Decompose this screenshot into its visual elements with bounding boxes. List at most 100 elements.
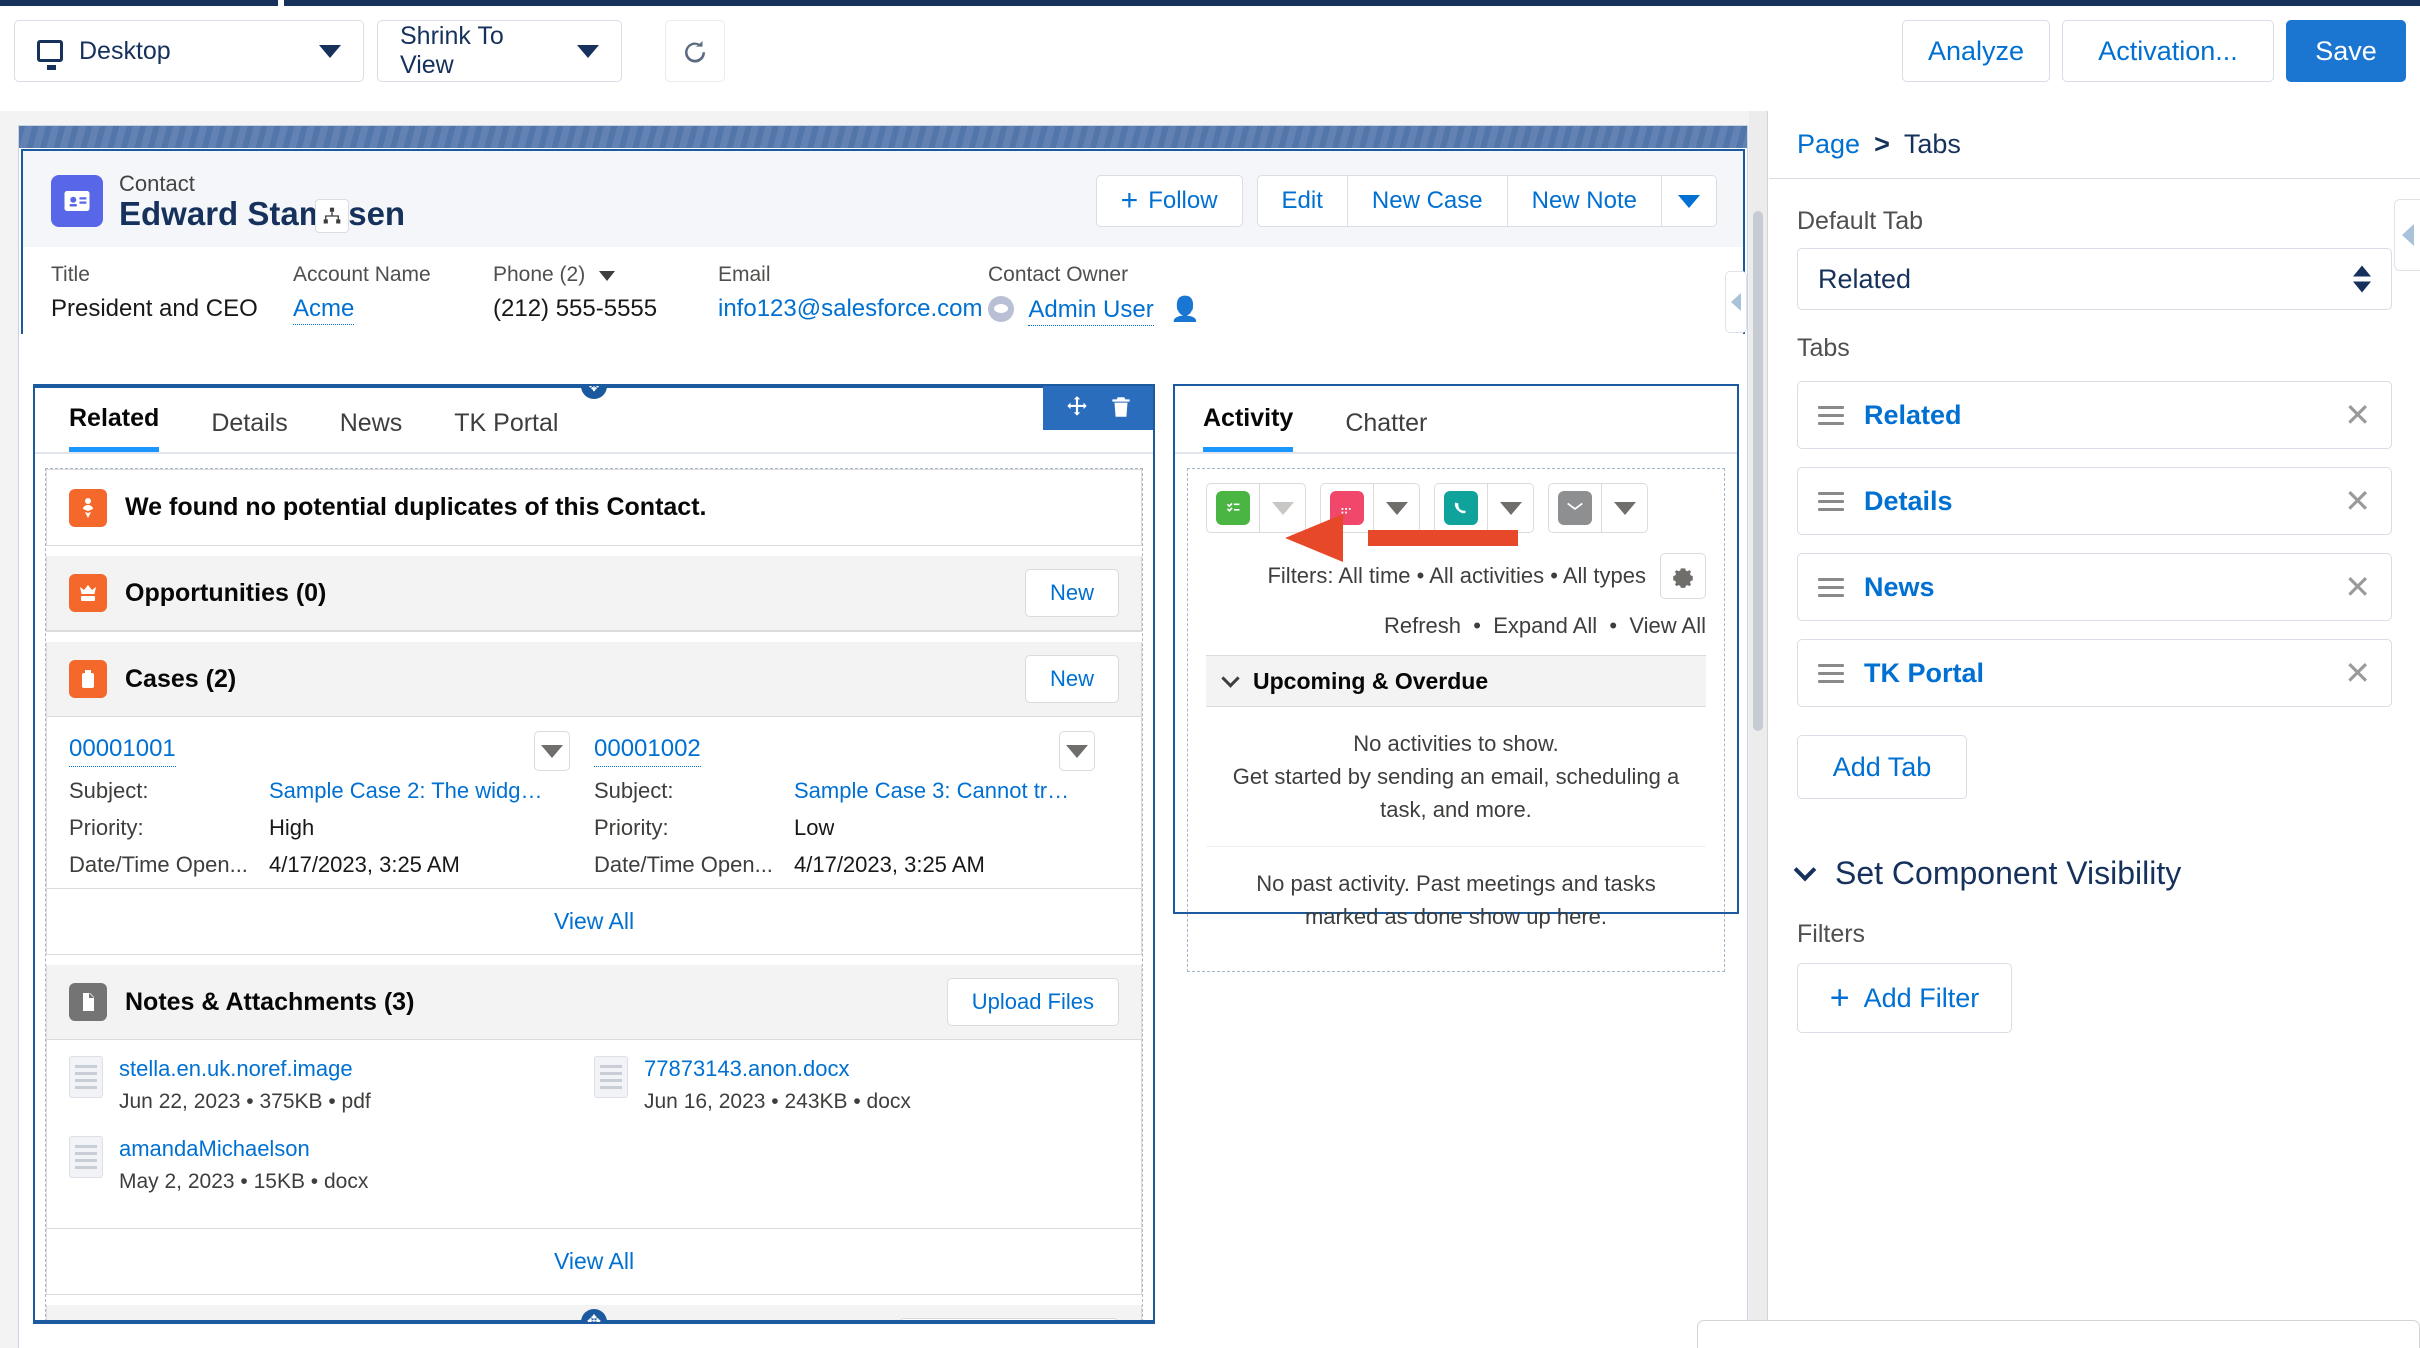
tab-list-item-label[interactable]: Related xyxy=(1864,400,1962,431)
breadcrumb-page-link[interactable]: Page xyxy=(1797,129,1860,160)
set-component-visibility-section[interactable]: Set Component Visibility xyxy=(1793,855,2392,892)
duplicates-message: We found no potential duplicates of this… xyxy=(125,493,707,521)
canvas-collapse-handle[interactable] xyxy=(1725,271,1747,333)
tab-list-item-tk-portal[interactable]: TK Portal ✕ xyxy=(1797,639,2392,707)
analyze-label: Analyze xyxy=(1927,35,2025,66)
field-account-name: Account Name Acme xyxy=(293,263,431,325)
case-row-menu[interactable] xyxy=(534,731,570,771)
email-link[interactable]: info123@salesforce.com xyxy=(718,295,983,322)
right-region: Activity Chatter Filters: All time • All… xyxy=(1173,384,1739,972)
list-item[interactable]: 77873143.anon.docx Jun 16, 2023 • 243KB … xyxy=(594,1056,1119,1114)
upcoming-overdue-header[interactable]: Upcoming & Overdue xyxy=(1206,655,1706,707)
case-number-link[interactable]: 00001001 xyxy=(69,735,176,767)
view-all-link[interactable]: View All xyxy=(1629,613,1706,638)
new-note-button[interactable]: New Note xyxy=(1507,175,1662,227)
refresh-link[interactable]: Refresh xyxy=(1384,613,1461,638)
edit-button[interactable]: Edit xyxy=(1256,175,1348,227)
new-opportunity-button[interactable]: New xyxy=(1024,569,1119,617)
send-email-menu[interactable] xyxy=(1602,483,1648,533)
collapse-panel-icon[interactable] xyxy=(2394,199,2420,271)
tab-list-item-related[interactable]: Related ✕ xyxy=(1797,381,2392,449)
case-row: 00001002 Subject: Sample Case 3: Cannot t… xyxy=(594,731,1119,878)
trash-icon[interactable] xyxy=(1108,394,1134,420)
case-subject-value[interactable]: Sample Case 2: The widgets we received a… xyxy=(269,778,554,804)
file-icon xyxy=(69,983,107,1021)
field-phone: Phone (2) (212) 555-5555 xyxy=(493,263,657,323)
drag-handle-icon[interactable] xyxy=(1818,401,1844,430)
activity-panel[interactable]: Activity Chatter Filters: All time • All… xyxy=(1173,384,1739,972)
drag-handle-icon[interactable] xyxy=(1818,573,1844,602)
save-button[interactable]: Save xyxy=(2286,20,2406,82)
case-subject-value[interactable]: Sample Case 3: Cannot track our order. xyxy=(794,778,1079,804)
case-row-menu[interactable] xyxy=(1059,731,1095,771)
tabs-label: Tabs xyxy=(1797,334,1850,362)
tab-details[interactable]: Details xyxy=(211,409,287,452)
gear-icon[interactable] xyxy=(1660,553,1706,599)
close-icon[interactable]: ✕ xyxy=(2344,571,2371,603)
file-name[interactable]: amandaMichaelson xyxy=(119,1136,368,1162)
send-email-button[interactable] xyxy=(1548,483,1648,533)
drag-handle-icon[interactable] xyxy=(1818,487,1844,516)
analyze-button[interactable]: Analyze xyxy=(1902,20,2050,82)
chevron-down-icon xyxy=(319,44,341,58)
tab-list-item-label[interactable]: Details xyxy=(1864,486,1953,517)
close-icon[interactable]: ✕ xyxy=(2344,657,2371,689)
new-case-button[interactable]: New Case xyxy=(1347,175,1508,227)
tab-news[interactable]: News xyxy=(340,409,403,452)
activation-button[interactable]: Activation... xyxy=(2062,20,2274,82)
tab-activity[interactable]: Activity xyxy=(1203,404,1294,452)
file-name[interactable]: 77873143.anon.docx xyxy=(644,1056,911,1082)
cases-view-all[interactable]: View All xyxy=(47,888,1141,954)
breadcrumb: Page > Tabs xyxy=(1769,111,2420,179)
device-form-factor-select[interactable]: Desktop xyxy=(14,20,364,82)
move-icon[interactable] xyxy=(1064,394,1090,420)
add-filter-label: Add Filter xyxy=(1863,982,1980,1013)
upload-files-button[interactable]: Upload Files xyxy=(946,978,1119,1026)
new-case-label: New Case xyxy=(1371,187,1483,214)
tab-list-item-details[interactable]: Details ✕ xyxy=(1797,467,2392,535)
highlights-header-row: Contact Edward Stamosen + Follow Edit Ne… xyxy=(23,151,1743,247)
field-title: Title President and CEO xyxy=(51,263,258,323)
cases-title: Cases (2) xyxy=(125,664,237,693)
case-number-link[interactable]: 00001002 xyxy=(594,735,701,767)
save-label: Save xyxy=(2315,35,2377,66)
edit-label: Edit xyxy=(1281,187,1323,214)
new-case-related-button[interactable]: New xyxy=(1024,655,1119,703)
close-icon[interactable]: ✕ xyxy=(2344,399,2371,431)
duplicate-icon xyxy=(69,488,107,527)
default-tab-select[interactable]: Related xyxy=(1797,248,2392,310)
tab-tk-portal[interactable]: TK Portal xyxy=(454,409,558,452)
field-phone-label: Phone (2) xyxy=(493,263,657,287)
case-priority-label: Priority: xyxy=(594,815,669,840)
tab-list-item-label[interactable]: News xyxy=(1864,572,1935,603)
activation-label: Activation... xyxy=(2098,35,2238,66)
refresh-button[interactable] xyxy=(665,20,725,82)
notes-view-all[interactable]: View All xyxy=(47,1228,1141,1294)
owner-link[interactable]: Admin User xyxy=(1028,296,1154,326)
add-filter-button[interactable]: + Add Filter xyxy=(1797,963,2012,1033)
tab-related[interactable]: Related xyxy=(69,404,160,452)
more-actions-button[interactable] xyxy=(1662,175,1717,227)
follow-button[interactable]: + Follow xyxy=(1095,175,1243,227)
drag-handle-icon[interactable] xyxy=(1818,659,1844,688)
list-item[interactable]: amandaMichaelson May 2, 2023 • 15KB • do… xyxy=(69,1136,594,1194)
file-name[interactable]: stella.en.uk.noref.image xyxy=(119,1056,371,1082)
add-tab-button[interactable]: Add Tab xyxy=(1797,735,1967,799)
tab-chatter[interactable]: Chatter xyxy=(1345,409,1427,452)
list-item[interactable]: stella.en.uk.noref.image Jun 22, 2023 • … xyxy=(69,1056,594,1114)
close-icon[interactable]: ✕ xyxy=(2344,485,2371,517)
tab-list-item-label[interactable]: TK Portal xyxy=(1864,658,1984,689)
account-link[interactable]: Acme xyxy=(293,295,355,325)
component-toolbar xyxy=(1043,386,1153,430)
hierarchy-icon[interactable] xyxy=(315,199,349,233)
canvas-scrollbar[interactable] xyxy=(1749,111,1767,1348)
tabs-component[interactable]: ✥ Related Details News TK Portal We foun… xyxy=(33,384,1155,1324)
chevron-down-icon[interactable] xyxy=(599,271,616,281)
highlights-panel[interactable]: Contact Edward Stamosen + Follow Edit Ne… xyxy=(21,149,1745,334)
record-name: Edward Stamosen xyxy=(119,195,406,232)
view-scale-select[interactable]: Shrink To View xyxy=(377,20,622,82)
expand-all-link[interactable]: Expand All xyxy=(1493,613,1597,638)
change-owner-icon[interactable]: 👤 xyxy=(1170,296,1200,323)
tab-list-item-news[interactable]: News ✕ xyxy=(1797,553,2392,621)
activity-empty-state: No activities to show. Get started by se… xyxy=(1206,707,1706,846)
